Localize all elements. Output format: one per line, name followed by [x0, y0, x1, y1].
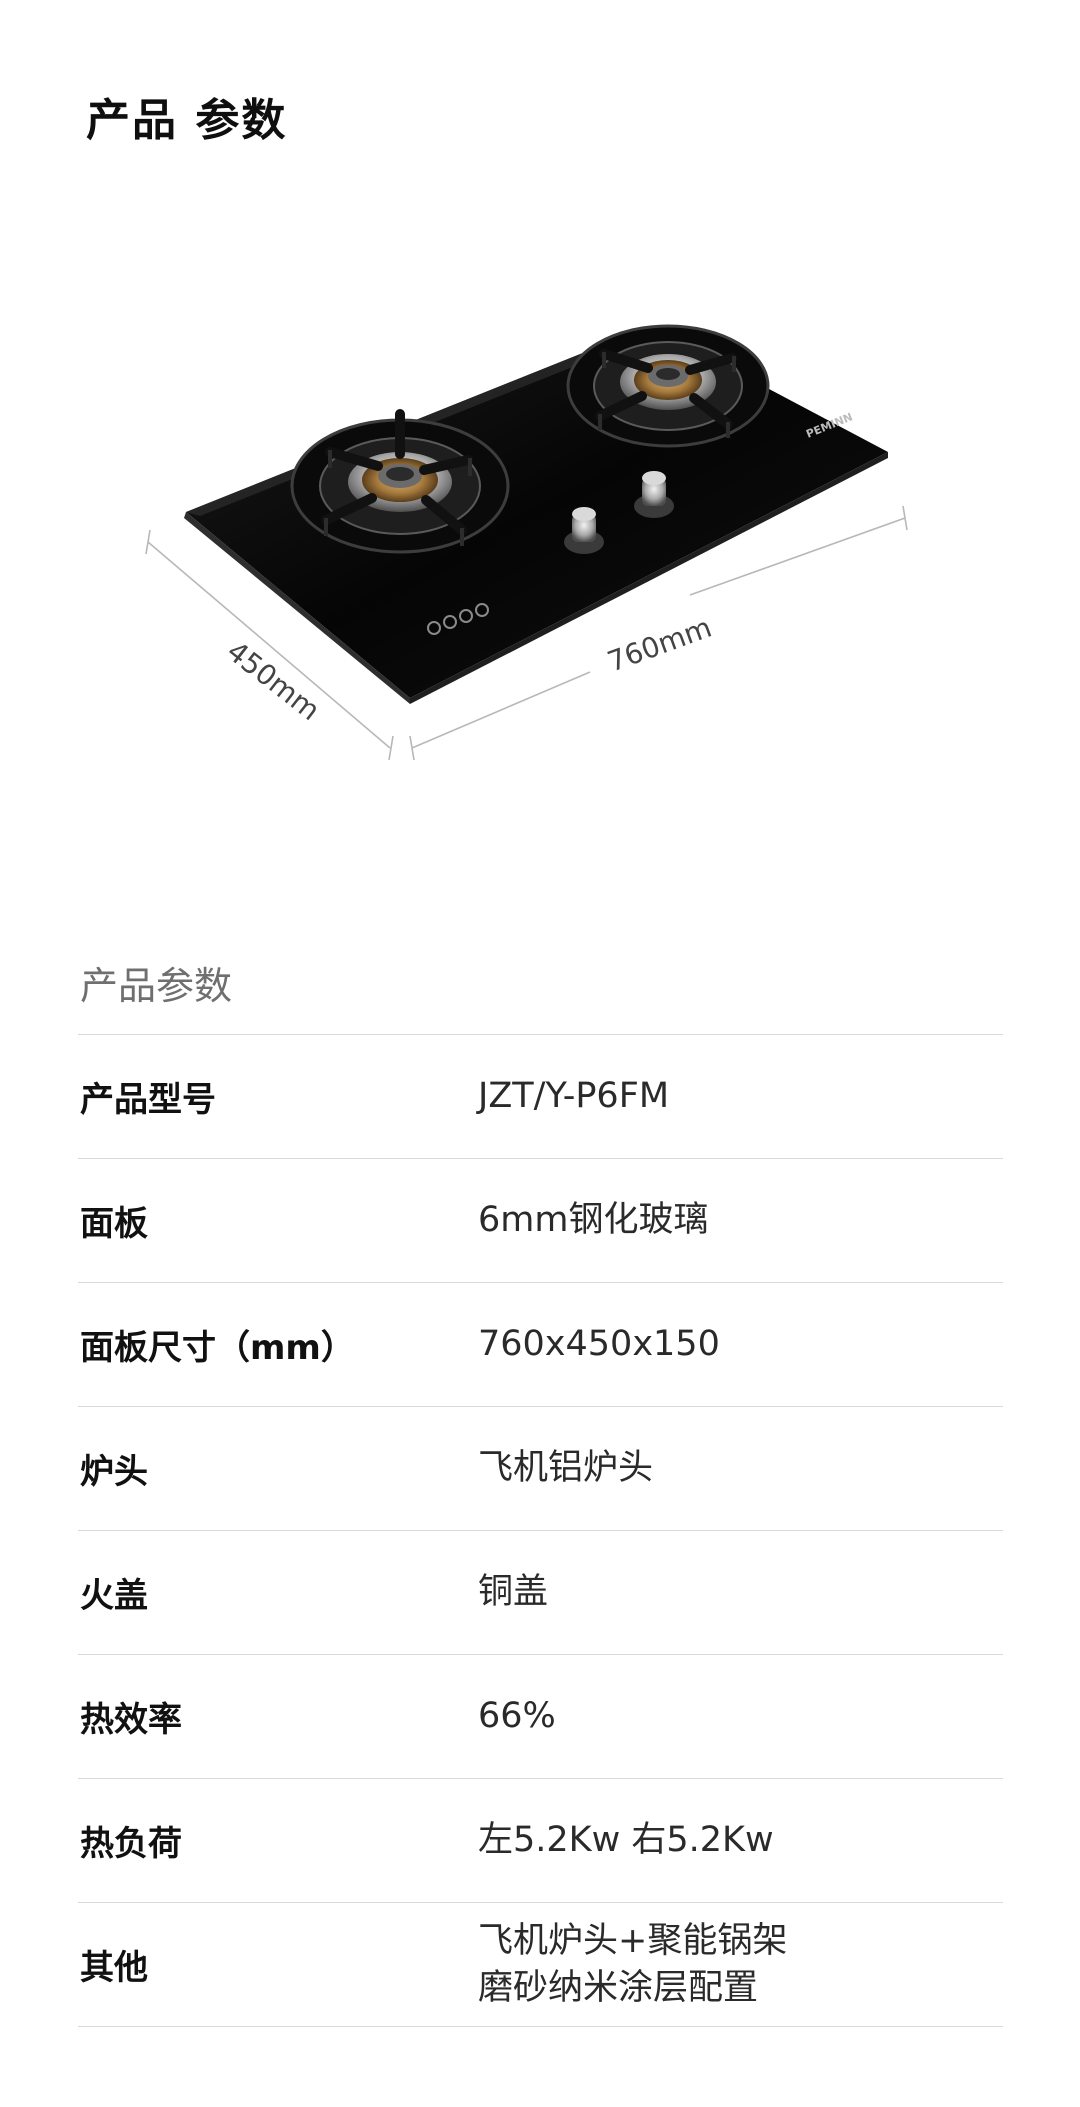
right-burner-icon	[566, 324, 770, 448]
spec-row: 热负荷 左5.2Kw 右5.2Kw	[78, 1778, 1003, 1902]
gas-stove-product-image: 450mm 760mm PEMINN	[145, 324, 908, 761]
spec-name: 热负荷	[80, 1824, 182, 1864]
spec-value: JZT/Y-P6FM	[478, 1035, 998, 1158]
stove-panel	[184, 326, 888, 704]
spec-row: 炉头 飞机铝炉头	[78, 1406, 1003, 1530]
page-title: 产品 参数	[86, 95, 288, 146]
spec-value: 左5.2Kw 右5.2Kw	[478, 1779, 998, 1902]
spec-value-line: 左5.2Kw 右5.2Kw	[478, 1820, 774, 1861]
spec-value: 6mm钢化玻璃	[478, 1159, 998, 1282]
spec-value: 飞机铝炉头	[478, 1407, 998, 1530]
spec-value-line: 66%	[478, 1696, 556, 1737]
spec-name: 面板尺寸（mm）	[80, 1328, 355, 1368]
spec-value-line: 760x450x150	[478, 1324, 720, 1365]
spec-value-line: JZT/Y-P6FM	[478, 1076, 670, 1117]
spec-row: 其他 飞机炉头+聚能锅架 磨砂纳米涂层配置	[78, 1902, 1003, 2027]
spec-value: 飞机炉头+聚能锅架 磨砂纳米涂层配置	[478, 1903, 998, 2026]
spec-name: 产品型号	[80, 1080, 216, 1120]
section-label: 产品参数	[80, 964, 233, 1008]
spec-name: 火盖	[80, 1576, 148, 1616]
spec-value-line: 飞机炉头+聚能锅架	[478, 1920, 788, 1961]
spec-value: 66%	[478, 1655, 998, 1778]
spec-name: 其他	[80, 1948, 148, 1988]
spec-row: 热效率 66%	[78, 1654, 1003, 1778]
width-dimension-label: 760mm	[603, 611, 716, 679]
spec-value-line: 6mm钢化玻璃	[478, 1200, 709, 1241]
spec-row: 面板 6mm钢化玻璃	[78, 1158, 1003, 1282]
spec-name: 面板	[80, 1204, 148, 1244]
spec-name: 热效率	[80, 1700, 182, 1740]
spec-value-line: 飞机铝炉头	[478, 1448, 654, 1489]
spec-name: 炉头	[80, 1452, 148, 1492]
spec-row: 产品型号 JZT/Y-P6FM	[78, 1034, 1003, 1158]
spec-table: 产品型号 JZT/Y-P6FM 面板 6mm钢化玻璃面板尺寸（mm） 760x450x1…	[78, 1034, 1003, 2027]
spec-value-line: 铜盖	[478, 1572, 549, 1613]
spec-row: 火盖 铜盖	[78, 1530, 1003, 1654]
spec-value: 铜盖	[478, 1531, 998, 1654]
spec-value: 760x450x150	[478, 1283, 998, 1406]
spec-value-line: 磨砂纳米涂层配置	[478, 1967, 759, 2008]
spec-row: 面板尺寸（mm） 760x450x150	[78, 1282, 1003, 1406]
